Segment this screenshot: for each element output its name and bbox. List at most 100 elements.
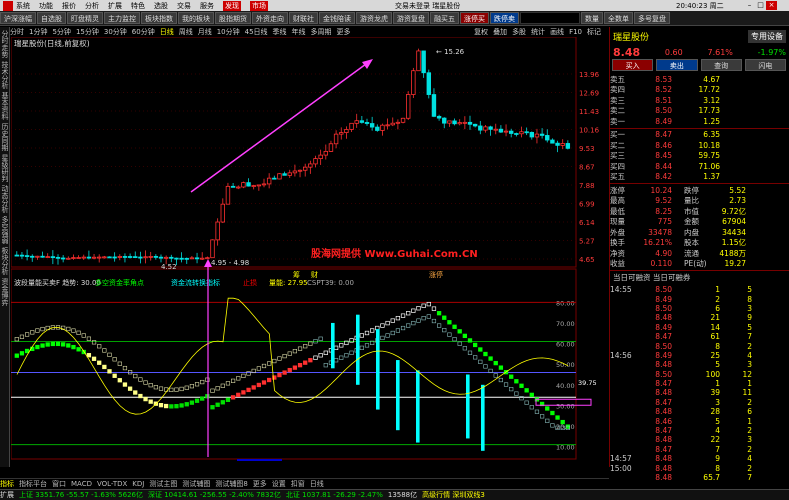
chart-tool-0[interactable]: 复权 (474, 27, 488, 37)
marker-chip: 筹 (293, 270, 300, 279)
ind-tab-6[interactable]: 测试主图 (149, 479, 177, 489)
period-0[interactable]: 分时 (10, 27, 24, 37)
period-9[interactable]: 10分钟 (217, 27, 240, 37)
indicator-pane-frame (10, 268, 577, 460)
chart-tool-5[interactable]: F10 (569, 28, 582, 36)
tb-foreign[interactable]: 外资走向 (252, 12, 288, 24)
period-14[interactable]: 更多 (337, 27, 351, 37)
ind-tab-3[interactable]: MACD (71, 480, 92, 488)
left-tab-8[interactable]: 资金博弈 (0, 278, 10, 306)
market-button[interactable]: 市场 (250, 0, 268, 11)
close-icon[interactable]: × (766, 1, 777, 10)
ind-tab-4[interactable]: VOL-TDX (97, 480, 127, 488)
sell-row-1[interactable]: 卖四 8.52 17.72 (610, 85, 789, 96)
sell-row-0[interactable]: 卖五 8.53 4.67 (610, 74, 789, 85)
left-tab-5[interactable]: 动态分析 (0, 185, 10, 213)
period-3[interactable]: 15分钟 (76, 27, 99, 37)
buy-row-0[interactable]: 买一 8.47 6.35 (610, 130, 789, 141)
left-tab-3[interactable]: 历史同期 (0, 123, 10, 151)
tb-money[interactable]: 金钱陪读 (319, 12, 355, 24)
period-6[interactable]: 日线 (160, 27, 174, 37)
chart-tool-1[interactable]: 叠加 (493, 27, 507, 37)
chart-tool-2[interactable]: 多股 (512, 27, 526, 37)
status-extend[interactable]: 扩展 (0, 490, 14, 500)
buy-row-4[interactable]: 买五 8.42 1.37 (610, 172, 789, 183)
period-10[interactable]: 45日线 (245, 27, 268, 37)
chart-tool-6[interactable]: 标记 (587, 27, 601, 37)
buy-row-1[interactable]: 买二 8.46 10.18 (610, 140, 789, 151)
ind-tab-5[interactable]: KDJ (132, 480, 144, 488)
tb-sector-index[interactable]: 板块指数 (141, 12, 177, 24)
left-tab-1[interactable]: 技术分析 (0, 61, 10, 89)
period-11[interactable]: 季线 (273, 27, 287, 37)
buy-row-3[interactable]: 买四 8.44 71.06 (610, 161, 789, 172)
menu-system[interactable]: 系统 (16, 1, 30, 11)
left-tab-4[interactable]: 星级研判 (0, 154, 10, 182)
left-tab-7[interactable]: 板块分析 (0, 247, 10, 275)
left-tab-6[interactable]: 多空强弱 (0, 216, 10, 244)
tb-review[interactable]: 游资复盘 (393, 12, 429, 24)
candle-body (282, 173, 287, 176)
menu-analysis[interactable]: 分析 (85, 1, 99, 11)
menu-feature[interactable]: 特色 (131, 1, 145, 11)
tb-monitor[interactable]: 盯盘精灵 (67, 12, 103, 24)
period-13[interactable]: 多周期 (311, 27, 332, 37)
ind-tab-0[interactable]: 指标 (0, 479, 14, 489)
tb-hs-rise[interactable]: 沪深涨幅 (0, 12, 36, 24)
sell-button[interactable]: 卖出 (656, 59, 698, 71)
menu-function[interactable]: 功能 (39, 1, 53, 11)
period-7[interactable]: 周线 (179, 27, 193, 37)
ind-tab-2[interactable]: 窗口 (52, 479, 66, 489)
tb-limitup-buy[interactable]: 涨停买 (460, 12, 489, 24)
menu-stockpick[interactable]: 选股 (154, 1, 168, 11)
ind-tab-12[interactable]: 日线 (310, 479, 324, 489)
stock-tag[interactable]: 专用设备 (748, 29, 786, 43)
minimize-icon[interactable]: – (744, 1, 755, 10)
tb-news[interactable]: 财联社 (289, 12, 318, 24)
tb-my-sector[interactable]: 我的板块 (178, 12, 214, 24)
tb-dragon[interactable]: 游资龙虎 (356, 12, 392, 24)
buy-row-2[interactable]: 买三 8.45 59.75 (610, 151, 789, 162)
sell-row-3[interactable]: 卖二 8.50 17.73 (610, 106, 789, 117)
period-2[interactable]: 5分钟 (52, 27, 70, 37)
tb-multi[interactable]: 多号复盘 (634, 12, 670, 24)
menu-trade[interactable]: 交易 (177, 1, 191, 11)
period-12[interactable]: 年线 (292, 27, 306, 37)
ind-tab-9[interactable]: 更多 (253, 479, 267, 489)
tb-watchlist[interactable]: 自选股 (37, 12, 66, 24)
tb-full[interactable]: 全数单 (604, 12, 633, 24)
ribbon-square (550, 410, 555, 416)
kline-chart-area[interactable]: 瑞星股份(日线,前复权) 13.96 12.69 11.43 10.16 9.53 8.67… (10, 36, 608, 469)
ind-tab-8[interactable]: 测试辅图8 (215, 479, 247, 489)
ind-tab-10[interactable]: 设置 (272, 479, 286, 489)
query-button[interactable]: 查询 (700, 59, 742, 71)
maximize-icon[interactable]: □ (755, 1, 766, 10)
tb-limitdown-sell[interactable]: 跌停卖 (490, 12, 519, 24)
left-tab-0[interactable]: 分时走势 (0, 30, 10, 58)
tb-buy5[interactable]: 融买五 (430, 12, 459, 24)
period-4[interactable]: 30分钟 (104, 27, 127, 37)
kline-svg[interactable]: 瑞星股份(日线,前复权) 13.96 12.69 11.43 10.16 9.53 8.67… (10, 36, 608, 469)
period-8[interactable]: 月线 (198, 27, 212, 37)
sell-row-4[interactable]: 卖一 8.49 1.25 (610, 116, 789, 127)
menu-extend[interactable]: 扩展 (108, 1, 122, 11)
chart-tool-3[interactable]: 统计 (531, 27, 545, 37)
candle-body (179, 257, 184, 260)
left-tab-2[interactable]: 基本资料 (0, 92, 10, 120)
menu-quote[interactable]: 报价 (62, 1, 76, 11)
period-5[interactable]: 60分钟 (132, 27, 155, 37)
tb-futures[interactable]: 股指期货 (215, 12, 251, 24)
period-1[interactable]: 1分钟 (29, 27, 47, 37)
buy-button[interactable]: 买入 (612, 59, 654, 71)
tb-main-force[interactable]: 主力监控 (104, 12, 140, 24)
discover-button[interactable]: 发现 (223, 0, 241, 11)
flash-button[interactable]: 闪电 (744, 59, 786, 71)
sell-row-2[interactable]: 卖三 8.51 3.12 (610, 95, 789, 106)
menu-service[interactable]: 服务 (200, 1, 214, 11)
ind-tab-11[interactable]: 扣窗 (291, 479, 305, 489)
ind-tab-1[interactable]: 指标平台 (19, 479, 47, 489)
chart-tool-4[interactable]: 画线 (550, 27, 564, 37)
ind-tab-7[interactable]: 测试辅图 (182, 479, 210, 489)
trend-arrow-head (362, 59, 373, 69)
tb-qty[interactable]: 数量 (581, 12, 603, 24)
